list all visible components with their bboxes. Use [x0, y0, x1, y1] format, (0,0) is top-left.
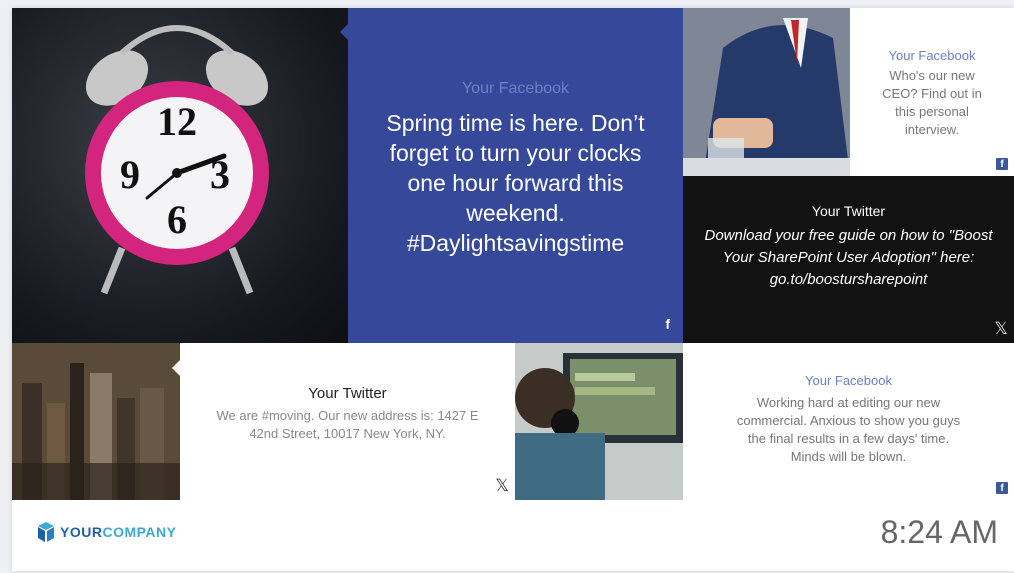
- alarm-clock-illustration: 12 3 6 9: [85, 25, 269, 295]
- tile-pointer: [340, 24, 348, 40]
- ceo-illustration: [683, 8, 850, 176]
- clock-numeral-12: 12: [157, 99, 197, 144]
- editing-illustration: [515, 343, 683, 500]
- post-source: Your Facebook: [805, 373, 892, 388]
- logo-text-light: COMPANY: [102, 524, 177, 540]
- alarm-clock-photo: 12 3 6 9: [12, 8, 348, 343]
- facebook-icon: f: [996, 482, 1008, 494]
- facebook-icon: f: [665, 316, 670, 332]
- facebook-post-commercial[interactable]: Your Facebook Working hard at editing ou…: [683, 343, 1014, 500]
- ceo-photo: [683, 8, 850, 176]
- post-source: Your Facebook: [888, 48, 976, 63]
- tile-pointer: [172, 360, 180, 376]
- facebook-post-daylight-saving[interactable]: Your Facebook Spring time is here. Don’t…: [348, 8, 683, 343]
- cube-logo-icon: [38, 522, 54, 542]
- city-photo: [12, 343, 180, 500]
- x-icon: 𝕏: [495, 476, 509, 495]
- footer-bar: YOUR COMPANY 8:24 AM: [12, 500, 1014, 571]
- post-message: We are #moving. Our new address is: 1427…: [216, 408, 479, 441]
- x-icon: 𝕏: [994, 319, 1008, 338]
- company-logo: YOUR COMPANY: [38, 522, 176, 542]
- post-message: Who's our new CEO? Find out in this pers…: [882, 68, 982, 137]
- post-source: Your Twitter: [811, 203, 886, 219]
- facebook-post-ceo[interactable]: Your Facebook Who's our new CEO? Find ou…: [850, 8, 1014, 176]
- editing-person-photo: [515, 343, 683, 500]
- clock-numeral-6: 6: [167, 197, 187, 242]
- twitter-post-guide[interactable]: Your Twitter Download your free guide on…: [683, 176, 1014, 343]
- twitter-post-moving[interactable]: Your Twitter We are #moving. Our new add…: [180, 343, 515, 500]
- post-source: Your Facebook: [461, 80, 570, 97]
- logo-text-bold: YOUR: [60, 524, 103, 540]
- post-source: Your Twitter: [308, 385, 387, 402]
- post-message: Spring time is here. Don’t forget to tur…: [386, 110, 645, 256]
- clock-numeral-9: 9: [120, 152, 140, 197]
- post-message: Download your free guide on how to "Boos…: [704, 227, 993, 288]
- post-message: Working hard at editing our new commerci…: [736, 395, 961, 464]
- current-time: 8:24 AM: [880, 514, 998, 550]
- facebook-icon: f: [996, 158, 1008, 170]
- city-illustration: [12, 343, 180, 500]
- social-wall: 12 3 6 9 Your Facebook Spring time is he…: [12, 8, 1014, 571]
